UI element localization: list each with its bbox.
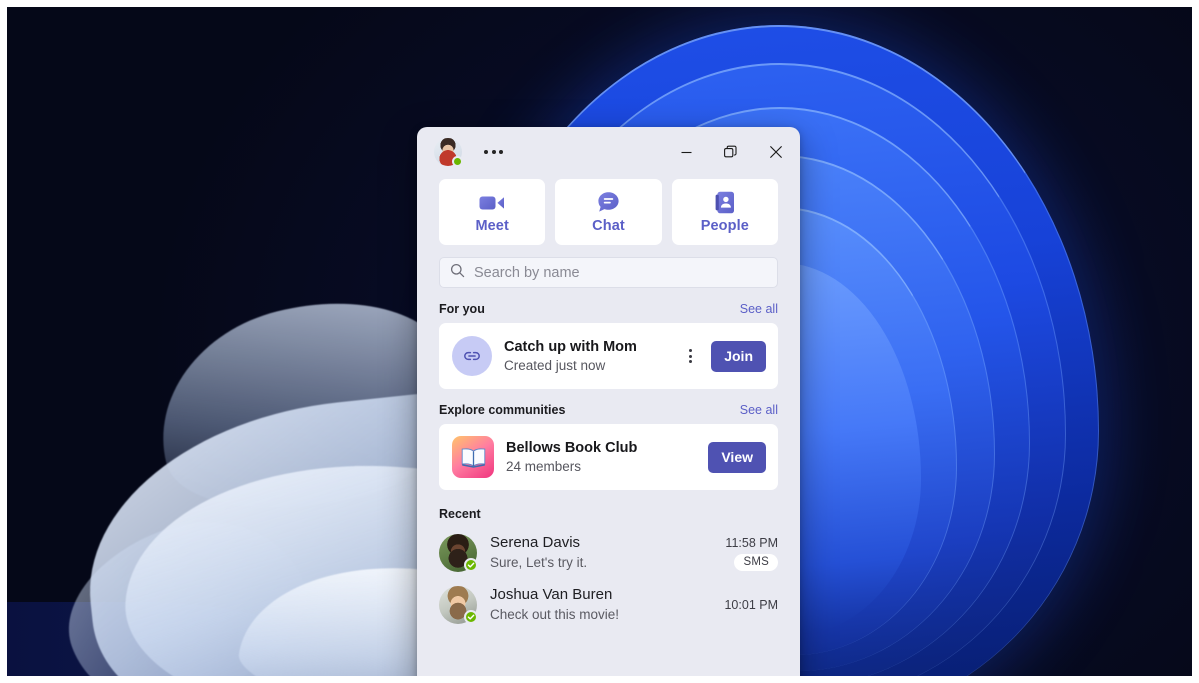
section-header-recent: Recent <box>417 505 800 523</box>
link-icon <box>452 336 492 376</box>
open-book-icon <box>452 436 494 478</box>
list-item-body: Serena Davis Sure, Let's try it. <box>490 534 712 571</box>
kebab-dot <box>688 354 692 358</box>
view-button[interactable]: View <box>708 441 766 473</box>
section-title: Explore communities <box>439 403 566 417</box>
search-icon <box>450 263 465 283</box>
community-card-subtitle: 24 members <box>506 458 582 474</box>
list-item-meta: 10:01 PM <box>724 598 778 612</box>
community-card[interactable]: Bellows Book Club 24 members View <box>439 424 778 490</box>
community-card-art <box>452 436 494 478</box>
ellipsis-dot <box>499 150 503 154</box>
minimize-button[interactable] <box>664 127 708 177</box>
recent-title: Recent <box>439 507 481 521</box>
minimize-icon <box>681 151 691 153</box>
kebab-dot <box>688 349 692 352</box>
tile-people-label: People <box>700 217 749 234</box>
community-card-body: Bellows Book Club 24 members <box>506 439 696 476</box>
see-all-link-for-you[interactable]: See all <box>740 302 778 316</box>
search-placeholder: Search by name <box>474 264 580 281</box>
video-camera-icon <box>479 191 505 215</box>
presence-available-icon <box>452 156 463 167</box>
account-avatar[interactable] <box>434 138 463 167</box>
tile-chat[interactable]: Chat <box>555 179 662 245</box>
see-all-link-communities[interactable]: See all <box>740 403 778 417</box>
verified-check-icon <box>464 558 478 572</box>
verified-check-icon <box>464 610 478 624</box>
meeting-card-art <box>452 336 492 376</box>
list-item-meta: 11:58 PM SMS <box>725 536 778 571</box>
kebab-dot <box>688 360 692 363</box>
meeting-card-body: Catch up with Mom Created just now <box>504 338 669 375</box>
contact-name: Joshua Van Buren <box>490 586 613 604</box>
message-preview: Check out this movie! <box>490 607 620 623</box>
avatar <box>439 586 478 624</box>
list-item[interactable]: Serena Davis Sure, Let's try it. 11:58 P… <box>417 527 800 579</box>
restore-button[interactable] <box>708 127 752 177</box>
avatar <box>439 534 478 572</box>
window-titlebar <box>417 127 800 177</box>
list-item[interactable]: Joshua Van Buren Check out this movie! 1… <box>417 579 800 631</box>
tile-chat-label: Chat <box>592 217 625 234</box>
message-preview: Sure, Let's try it. <box>490 555 588 571</box>
chat-app-window: Meet Chat People Search by name For you … <box>417 127 800 676</box>
meeting-card-more-options-button[interactable] <box>681 349 699 363</box>
window-controls <box>664 127 800 177</box>
ellipsis-dot <box>484 150 488 154</box>
close-icon <box>769 145 783 159</box>
meeting-card-title: Catch up with Mom <box>504 338 637 355</box>
restore-icon <box>723 145 737 157</box>
tile-meet[interactable]: Meet <box>439 179 546 245</box>
meeting-card-subtitle: Created just now <box>504 357 606 373</box>
section-title: For you <box>439 302 485 316</box>
close-button[interactable] <box>752 127 800 177</box>
join-button[interactable]: Join <box>711 340 766 372</box>
section-header-explore-communities: Explore communities See all <box>417 403 800 417</box>
message-timestamp: 11:58 PM <box>725 535 778 550</box>
more-options-button[interactable] <box>479 143 508 161</box>
meeting-card[interactable]: Catch up with Mom Created just now Join <box>439 323 778 389</box>
section-header-for-you: For you See all <box>417 302 800 316</box>
tile-meet-label: Meet <box>475 217 509 234</box>
status-badge: SMS <box>734 553 778 571</box>
message-timestamp: 10:01 PM <box>724 598 778 612</box>
community-card-title: Bellows Book Club <box>506 439 638 456</box>
contact-name: Serena Davis <box>490 534 581 552</box>
quick-actions: Meet Chat People <box>417 179 800 245</box>
chat-bubble-icon <box>597 191 620 215</box>
list-item-body: Joshua Van Buren Check out this movie! <box>490 586 711 623</box>
search-input[interactable]: Search by name <box>439 257 778 288</box>
ellipsis-dot <box>491 150 496 154</box>
tile-people[interactable]: People <box>671 179 778 245</box>
contact-card-icon <box>715 191 735 215</box>
desktop-wallpaper: Meet Chat People Search by name For you … <box>7 7 1192 676</box>
